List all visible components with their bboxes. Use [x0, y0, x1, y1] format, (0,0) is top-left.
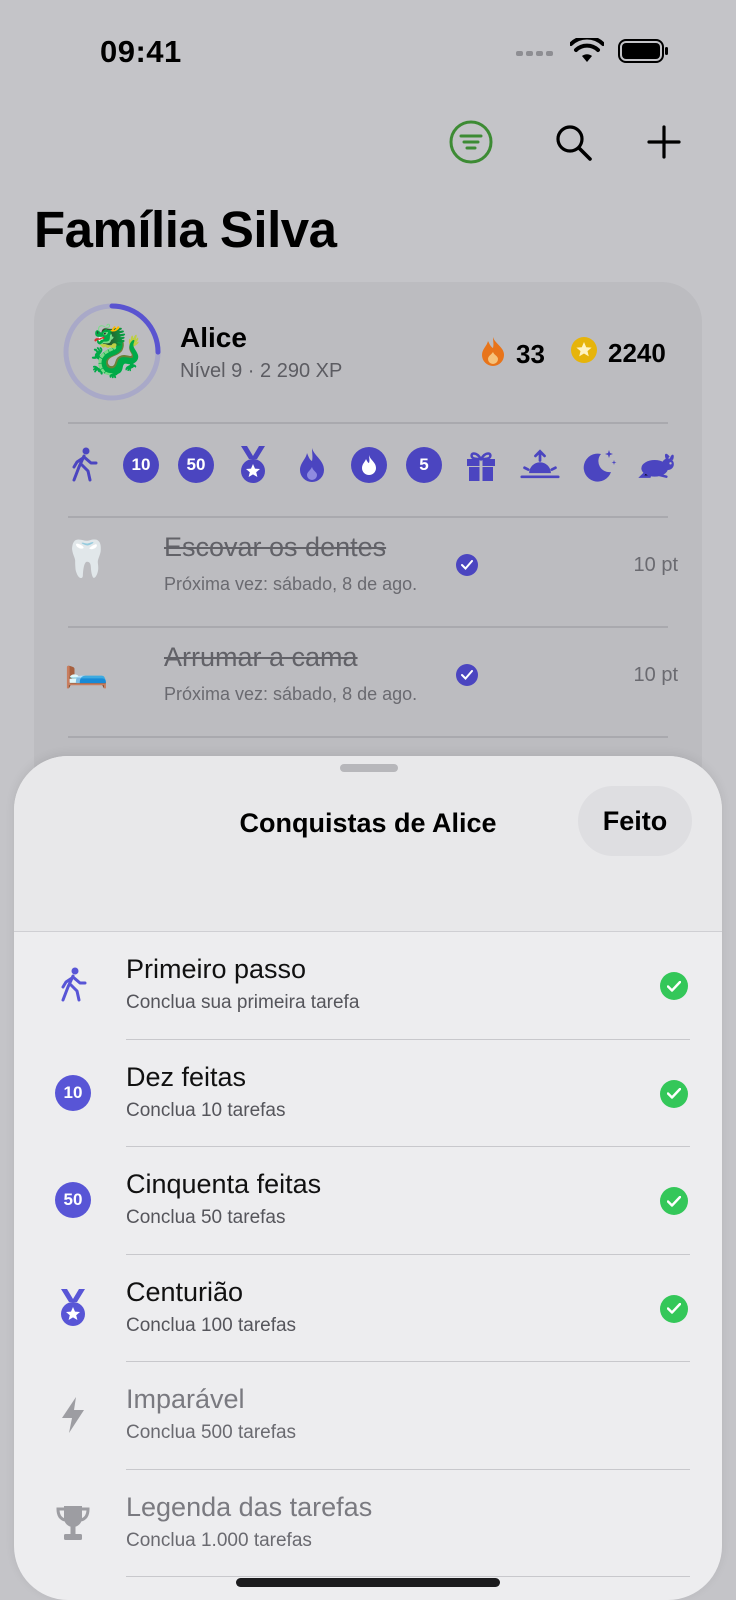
- wifi-icon: [569, 35, 605, 69]
- achievement-subtitle: Conclua 10 tarefas: [126, 1099, 286, 1121]
- task-points: 10 pt: [633, 554, 678, 576]
- search-icon: [553, 122, 593, 167]
- task-emoji: 🦷: [64, 539, 109, 580]
- badge-10-icon: 10: [54, 1074, 92, 1112]
- avatar-emoji: 🐉: [84, 322, 147, 380]
- profile-level: Nível 9 · 2 290 XP: [180, 360, 343, 382]
- badge-row: 10 50 5: [64, 442, 678, 488]
- home-indicator[interactable]: [236, 1578, 500, 1587]
- profile-name: Alice: [180, 322, 247, 353]
- achievement-subtitle: Conclua 500 tarefas: [126, 1422, 297, 1443]
- card-divider: [68, 422, 668, 424]
- bolt-icon: [54, 1396, 92, 1434]
- achievement-row[interactable]: 50 Cinquenta feitas Conclua 50 tarefas: [14, 1147, 722, 1255]
- achievement-subtitle: Conclua 50 tarefas: [126, 1207, 286, 1228]
- checkmark-icon[interactable]: [456, 664, 478, 686]
- status-bar: 09:41: [0, 0, 736, 100]
- achievement-title: Legenda das tarefas: [126, 1491, 373, 1522]
- checkmark-icon: [660, 1294, 688, 1323]
- streak-value: 33: [516, 339, 545, 369]
- achievements-sheet: Conquistas de Alice Feito Primeiro passo…: [14, 756, 722, 1600]
- star-coin-icon: [570, 336, 598, 371]
- screen: 09:41 Família Silva 🐉 Alice Nível 9 · 2 …: [0, 0, 736, 1600]
- medal-icon: [54, 1288, 92, 1327]
- task-title: Arrumar a cama: [164, 642, 358, 672]
- walking-icon: [64, 445, 104, 485]
- battery-icon: [618, 38, 670, 69]
- checkmark-icon: [660, 1079, 688, 1108]
- points-value: 2240: [608, 338, 666, 368]
- hare-icon: [638, 445, 678, 485]
- medal-icon: [233, 445, 273, 485]
- sheet-grabber[interactable]: [340, 764, 398, 772]
- badge-5: 5: [406, 447, 442, 483]
- moon-stars-icon: [579, 445, 619, 485]
- checkmark-icon[interactable]: [456, 554, 478, 576]
- task-emoji: 🛏️: [64, 649, 109, 690]
- search-button[interactable]: [545, 116, 601, 172]
- achievement-row[interactable]: Centurião Conclua 100 tarefas: [14, 1255, 722, 1362]
- task-next-date: Próxima vez: sábado, 8 de ago.: [164, 574, 418, 594]
- profile-card[interactable]: 🐉 Alice Nível 9 · 2 290 XP 33 2240 10 50: [34, 282, 702, 802]
- done-button[interactable]: Feito: [578, 786, 692, 856]
- achievement-row[interactable]: Primeiro passo Conclua sua primeira tare…: [14, 932, 722, 1040]
- row-divider: [126, 1576, 690, 1577]
- cellular-signal-icon: [516, 45, 556, 63]
- status-time: 09:41: [100, 34, 182, 69]
- status-icons: [516, 35, 670, 69]
- card-divider: [68, 516, 668, 518]
- achievement-title: Primeiro passo: [126, 954, 307, 984]
- achievement-subtitle: Conclua sua primeira tarefa: [126, 992, 360, 1013]
- card-divider: [68, 736, 668, 738]
- achievement-row[interactable]: Legenda das tarefas Conclua 1.000 tarefa…: [14, 1470, 722, 1577]
- sheet-header: Conquistas de Alice Feito: [14, 756, 722, 932]
- sunrise-icon: [520, 445, 560, 485]
- achievement-subtitle: Conclua 1.000 tarefas: [126, 1529, 312, 1551]
- filter-icon: [448, 119, 494, 170]
- achievement-row[interactable]: Imparável Conclua 500 tarefas: [14, 1362, 722, 1470]
- achievements-list: Primeiro passo Conclua sua primeira tare…: [14, 932, 722, 1577]
- trophy-icon: [54, 1504, 92, 1542]
- task-row[interactable]: 🛏️ Arrumar a cama Próxima vez: sábado, 8…: [64, 632, 678, 722]
- avatar[interactable]: 🐉: [62, 302, 162, 402]
- task-next-date: Próxima vez: sábado, 8 de ago.: [164, 684, 418, 704]
- badge-50: 50: [178, 447, 214, 483]
- achievement-row[interactable]: 10 Dez feitas Conclua 10 tarefas: [14, 1040, 722, 1147]
- page-title: Família Silva: [34, 201, 337, 258]
- plus-icon: [647, 124, 681, 164]
- achievement-badge: 10: [55, 1074, 91, 1111]
- checkmark-icon: [660, 1187, 688, 1215]
- points-stat: 2240: [570, 336, 666, 371]
- add-button[interactable]: [636, 116, 692, 172]
- task-title: Escovar os dentes: [164, 532, 387, 562]
- filter-button[interactable]: [443, 116, 499, 172]
- flame-icon: [480, 336, 506, 373]
- badge-10: 10: [123, 447, 159, 483]
- walking-icon: [54, 966, 92, 1004]
- streak-stat: 33: [480, 336, 545, 373]
- task-row[interactable]: 🦷 Escovar os dentes Próxima vez: sábado,…: [64, 522, 678, 612]
- achievement-title: Imparável: [126, 1384, 245, 1414]
- achievement-title: Centurião: [126, 1276, 244, 1307]
- achievement-subtitle: Conclua 100 tarefas: [126, 1314, 297, 1336]
- flame-badge-icon: [351, 447, 387, 483]
- achievement-title: Cinquenta feitas: [126, 1169, 322, 1199]
- gift-icon: [461, 445, 501, 485]
- badge-50-icon: 50: [54, 1181, 92, 1219]
- achievement-title: Dez feitas: [126, 1061, 247, 1092]
- achievement-badge: 50: [55, 1182, 91, 1218]
- card-divider: [68, 626, 668, 628]
- checkmark-icon: [660, 972, 688, 1000]
- task-points: 10 pt: [633, 664, 678, 686]
- flame-icon: [292, 445, 332, 485]
